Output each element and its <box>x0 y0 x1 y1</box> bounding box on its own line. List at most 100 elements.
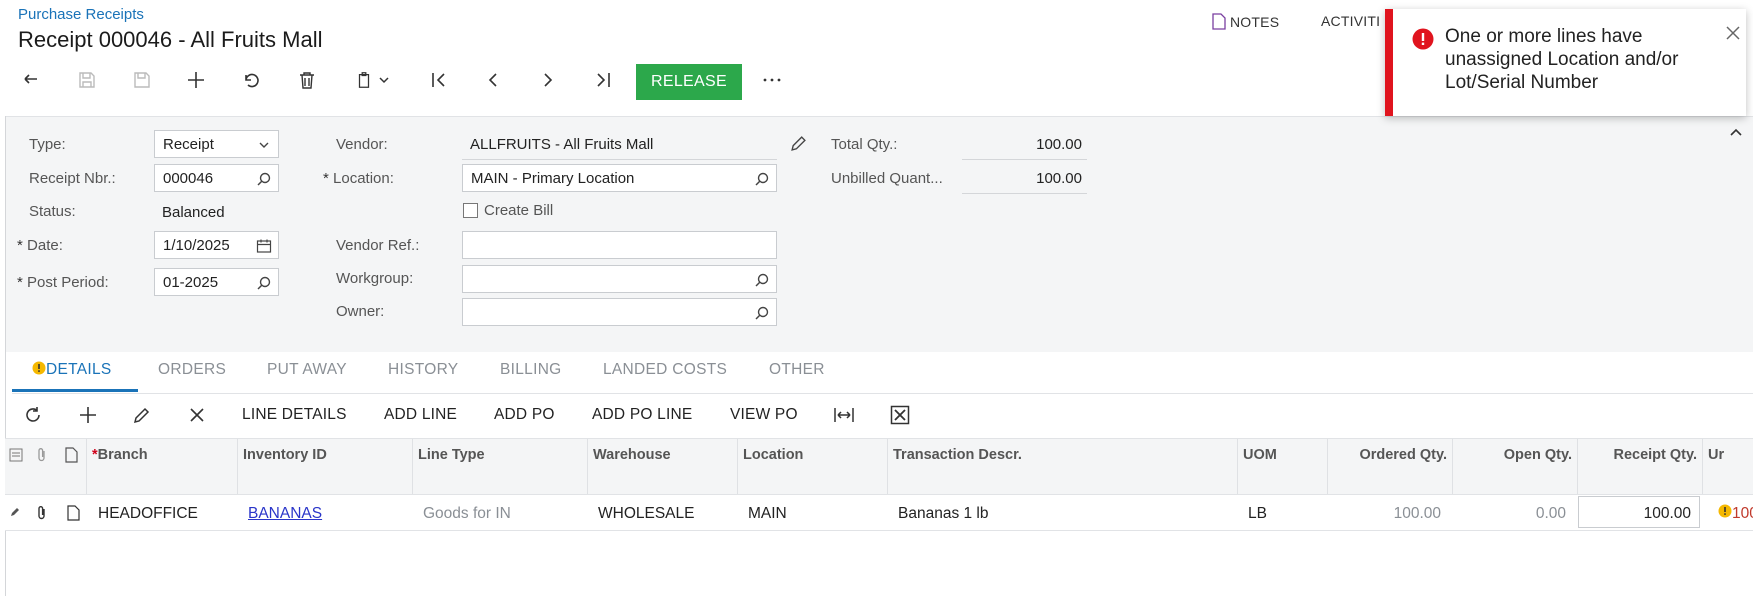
cell-location[interactable]: MAIN <box>748 505 787 523</box>
tab-billing[interactable]: BILLING <box>500 361 562 379</box>
activities-link[interactable]: ACTIVITI <box>1321 13 1380 29</box>
cell-line-type[interactable]: Goods for IN <box>423 505 511 523</box>
notes-link[interactable]: NOTES <box>1212 13 1279 30</box>
col-unit-cost[interactable]: Ur <box>1708 447 1724 463</box>
search-icon[interactable] <box>754 305 770 321</box>
col-branch-label: Branch <box>97 447 148 463</box>
create-bill-checkbox[interactable]: Create Bill <box>463 202 553 219</box>
owner-label: Owner: <box>336 303 385 320</box>
view-po-button[interactable]: VIEW PO <box>730 406 798 424</box>
next-record-button[interactable] <box>531 60 565 100</box>
total-qty-value: 100.00 <box>1036 136 1082 153</box>
add-po-button[interactable]: ADD PO <box>494 406 555 424</box>
post-period-label: * Post Period: <box>17 274 109 291</box>
col-location[interactable]: Location <box>743 447 803 463</box>
col-line-type[interactable]: Line Type <box>418 447 485 463</box>
undo-icon <box>245 73 259 88</box>
paperclip-icon[interactable] <box>35 505 49 521</box>
add-po-line-button[interactable]: ADD PO LINE <box>592 406 692 424</box>
workgroup-label: Workgroup: <box>336 270 414 287</box>
row-selector-icon[interactable] <box>9 448 23 462</box>
column-separator <box>1327 439 1328 494</box>
search-icon[interactable] <box>754 171 770 187</box>
add-line-button[interactable]: ADD LINE <box>384 406 457 424</box>
col-receipt-qty[interactable]: Receipt Qty. <box>1583 447 1697 463</box>
col-warehouse[interactable]: Warehouse <box>593 447 671 463</box>
breadcrumb[interactable]: Purchase Receipts <box>18 6 144 23</box>
col-inventory-id[interactable]: Inventory ID <box>243 447 327 463</box>
save-close-button[interactable] <box>70 60 104 100</box>
checkbox-box[interactable] <box>463 203 478 218</box>
unbilled-underline <box>962 193 1087 194</box>
col-transaction-descr[interactable]: Transaction Descr. <box>893 447 1022 463</box>
col-uom[interactable]: UOM <box>1243 447 1277 463</box>
date-label: * Date: <box>17 237 63 254</box>
location-label-text: Location: <box>333 170 394 187</box>
tab-landed-costs[interactable]: LANDED COSTS <box>603 361 727 379</box>
col-ordered-qty[interactable]: Ordered Qty. <box>1333 447 1447 463</box>
owner-field[interactable] <box>462 298 777 326</box>
cell-uom[interactable]: LB <box>1248 505 1267 523</box>
vendor-ref-field[interactable] <box>462 231 777 259</box>
date-field[interactable]: 1/10/2025 <box>154 231 279 259</box>
receipt-nbr-value: 000046 <box>163 169 214 187</box>
column-separator <box>587 439 588 494</box>
receipt-qty-input[interactable]: 100.00 <box>1578 496 1700 528</box>
add-button[interactable] <box>179 60 213 100</box>
edit-row-icon[interactable] <box>10 507 20 517</box>
plus-icon[interactable] <box>77 404 99 426</box>
search-icon[interactable] <box>256 171 272 187</box>
location-field[interactable]: MAIN - Primary Location <box>462 164 777 192</box>
pencil-icon[interactable] <box>790 135 807 152</box>
post-period-field[interactable]: 01-2025 <box>154 268 279 296</box>
type-select[interactable]: Receipt <box>154 130 279 158</box>
receipt-nbr-label: Receipt Nbr.: <box>29 170 116 187</box>
column-separator <box>86 439 87 494</box>
column-separator <box>737 439 738 494</box>
table-row[interactable]: HEADOFFICE BANANAS Goods for IN WHOLESAL… <box>5 495 1753 531</box>
tab-other[interactable]: OTHER <box>769 361 825 379</box>
chevron-right-icon <box>544 73 553 87</box>
cancel-button[interactable] <box>234 60 268 100</box>
delete-button[interactable] <box>290 60 324 100</box>
cell-branch[interactable]: HEADOFFICE <box>98 505 198 523</box>
first-record-button[interactable] <box>422 60 456 100</box>
cell-unit-cost[interactable]: 100 <box>1732 505 1753 523</box>
col-open-qty[interactable]: Open Qty. <box>1458 447 1572 463</box>
tab-orders[interactable]: ORDERS <box>158 361 226 379</box>
toast-message: One or more lines have unassigned Locati… <box>1445 26 1679 93</box>
line-details-button[interactable]: LINE DETAILS <box>242 406 347 424</box>
workgroup-field[interactable] <box>462 265 777 293</box>
note-icon[interactable] <box>67 505 80 521</box>
search-icon[interactable] <box>754 272 770 288</box>
release-button[interactable]: RELEASE <box>636 64 742 100</box>
type-value: Receipt <box>163 135 214 153</box>
tab-history[interactable]: HISTORY <box>388 361 458 379</box>
copy-paste-button[interactable] <box>350 60 394 100</box>
collapse-chevron-up-icon[interactable] <box>1729 125 1743 139</box>
back-button[interactable] <box>15 60 49 100</box>
last-record-button[interactable] <box>586 60 620 100</box>
cell-inventory-id-link[interactable]: BANANAS <box>248 505 322 523</box>
notes-label: NOTES <box>1230 14 1280 30</box>
calendar-icon[interactable] <box>256 238 272 254</box>
col-branch[interactable]: *Branch <box>92 447 148 463</box>
close-icon[interactable] <box>186 404 208 426</box>
receipt-nbr-field[interactable]: 000046 <box>154 164 279 192</box>
close-icon[interactable] <box>1725 25 1741 41</box>
cell-warehouse[interactable]: WHOLESALE <box>598 505 694 523</box>
refresh-icon[interactable] <box>22 404 44 426</box>
search-icon[interactable] <box>256 275 272 291</box>
more-actions-button[interactable] <box>755 60 789 100</box>
pencil-icon[interactable] <box>131 404 153 426</box>
tab-put-away[interactable]: PUT AWAY <box>267 361 347 379</box>
excel-export-icon[interactable] <box>889 404 911 426</box>
tab-details[interactable]: DETAILS <box>32 361 112 379</box>
save-button[interactable] <box>125 60 159 100</box>
last-icon <box>597 73 610 87</box>
vendor-value[interactable]: ALLFRUITS - All Fruits Mall <box>470 136 653 153</box>
previous-record-button[interactable] <box>476 60 510 100</box>
column-separator <box>1577 439 1578 494</box>
cell-descr[interactable]: Bananas 1 lb <box>898 505 989 523</box>
fit-columns-icon[interactable] <box>833 404 855 426</box>
